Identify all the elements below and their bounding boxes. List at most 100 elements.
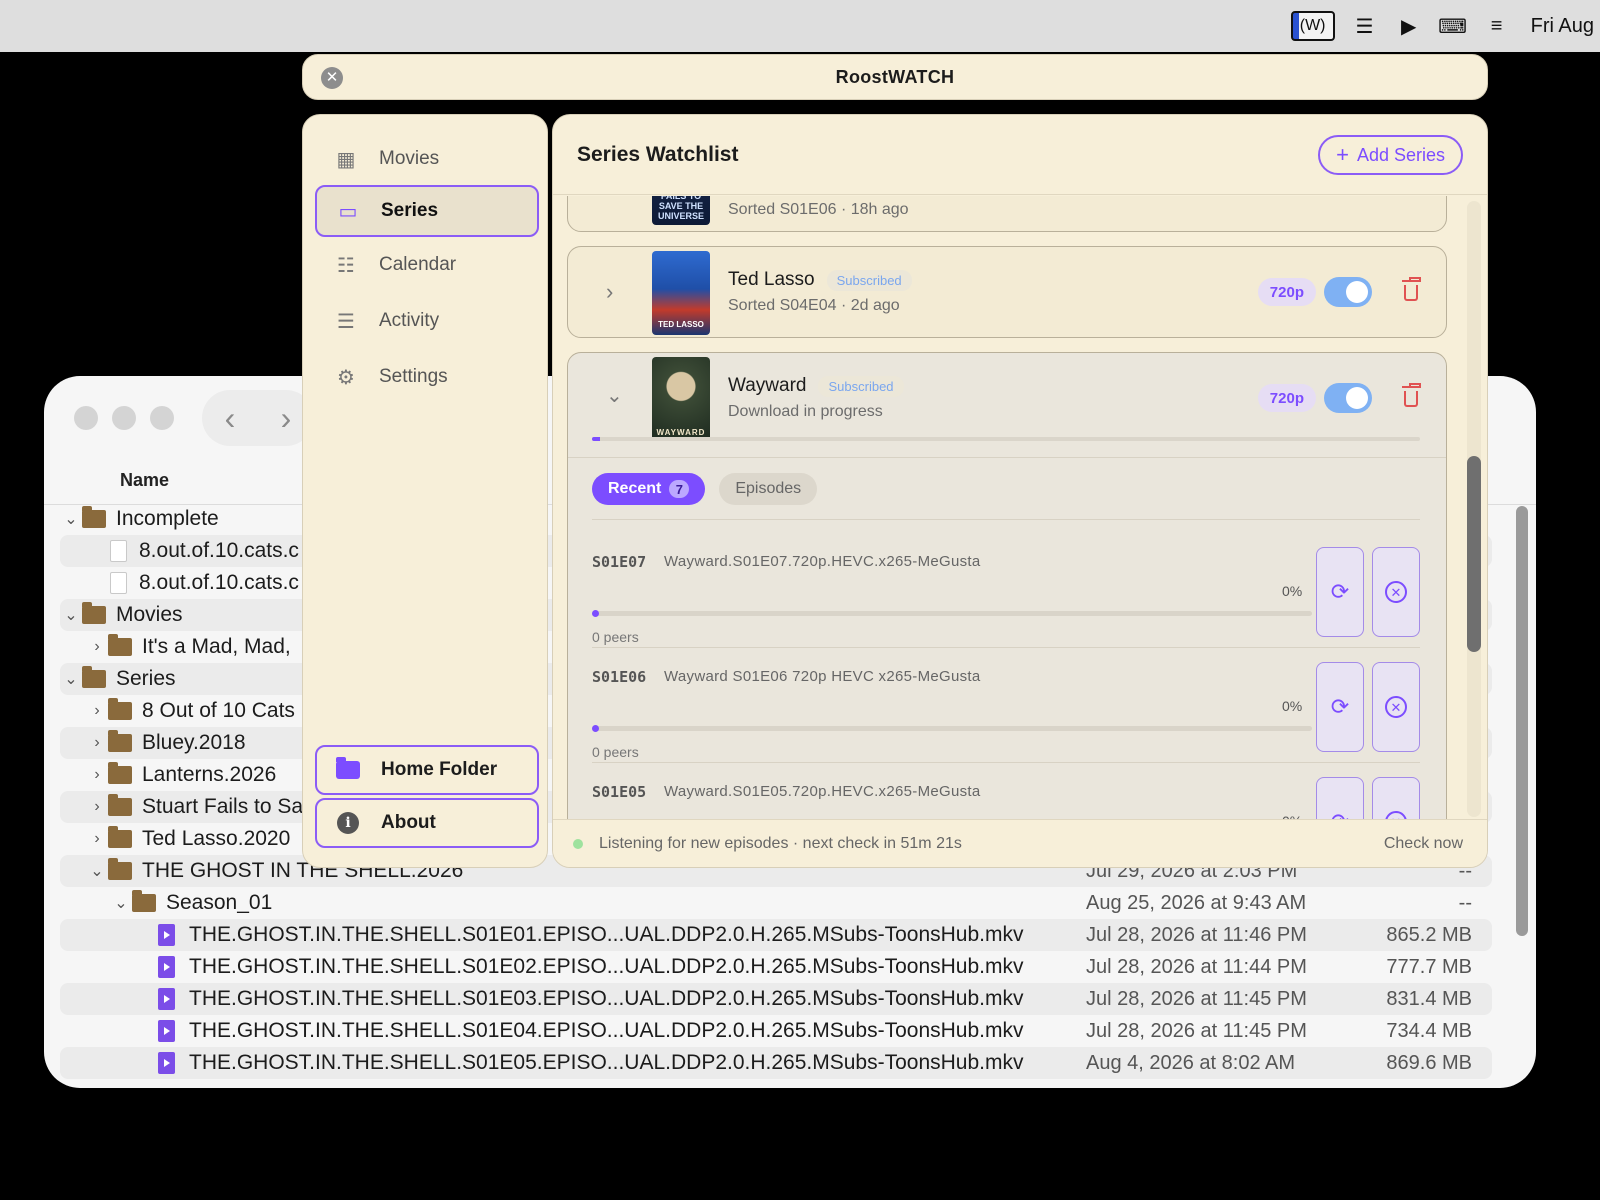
row-name: Incomplete (116, 507, 219, 530)
nav-item-calendar[interactable]: ☷ Calendar (315, 239, 539, 291)
chevron-right-icon[interactable]: › (606, 279, 613, 305)
trash-icon[interactable] (1402, 383, 1421, 408)
chevron-down-icon[interactable]: ⌄ (60, 605, 82, 625)
series-list[interactable]: STUART FAILS TO SAVE THE UNIVERSE Sorted… (553, 196, 1487, 821)
back-arrow-icon[interactable]: ‹ (225, 400, 236, 437)
subscription-toggle[interactable] (1324, 277, 1372, 307)
series-title-row: Ted Lasso Subscribed (728, 269, 912, 291)
row-name: 8 Out of 10 Cats (142, 699, 295, 722)
episode-row[interactable]: S01E05 Wayward.S01E05.720p.HEVC.x265-MeG… (592, 777, 1420, 821)
row-name: THE.GHOST.IN.THE.SHELL.S01E03.EPISO...UA… (189, 987, 1024, 1010)
video-file-icon (158, 1052, 175, 1074)
menu-bar-clock[interactable]: Fri Aug (1531, 15, 1594, 38)
finder-row-video-file[interactable]: THE.GHOST.IN.THE.SHELL.S01E02.EPISO...UA… (60, 951, 1492, 983)
series-card-wayward[interactable]: ⌄ WAYWARD Wayward Subscribed Download in… (567, 352, 1447, 821)
row-date: Aug 4, 2026 at 8:02 AM (1086, 1051, 1296, 1074)
finder-row-video-file[interactable]: THE.GHOST.IN.THE.SHELL.S01E04.EPISO...UA… (60, 1015, 1492, 1047)
monitor-icon: ▭ (338, 200, 358, 223)
zoom-window-button[interactable] (150, 406, 174, 430)
row-name: 8.out.of.10.cats.c (139, 539, 299, 562)
retry-button[interactable]: ⟳ (1316, 777, 1364, 821)
count-badge: 7 (669, 480, 690, 498)
section-divider (568, 457, 1446, 458)
about-button[interactable]: i About (315, 798, 539, 848)
control-center-icon[interactable]: ≡ (1483, 14, 1511, 38)
retry-button[interactable]: ⟳ (1316, 547, 1364, 637)
episode-row[interactable]: S01E06 Wayward S01E06 720p HEVC x265-MeG… (592, 662, 1420, 776)
row-name: THE.GHOST.IN.THE.SHELL.S01E02.EPISO...UA… (189, 955, 1024, 978)
quality-badge[interactable]: 720p (1257, 278, 1316, 306)
chevron-right-icon[interactable]: › (86, 702, 108, 720)
status-bar: Listening for new episodes · next check … (553, 819, 1487, 867)
tab-recent[interactable]: Recent 7 (592, 473, 706, 505)
nav-item-settings[interactable]: ⚙ Settings (315, 351, 539, 403)
series-poster: TED LASSO (652, 251, 710, 335)
add-series-button[interactable]: + Add Series (1318, 135, 1463, 175)
chevron-right-icon[interactable]: › (86, 638, 108, 656)
finder-row-video-file[interactable]: THE.GHOST.IN.THE.SHELL.S01E03.EPISO...UA… (60, 983, 1492, 1015)
tab-episodes[interactable]: Episodes (719, 473, 818, 505)
series-subtitle: Sorted S04E04 · 2d ago (728, 297, 900, 314)
close-icon[interactable]: ✕ (321, 67, 343, 89)
finder-row-video-file[interactable]: THE.GHOST.IN.THE.SHELL.S01E05.EPISO...UA… (60, 1047, 1492, 1079)
minimize-window-button[interactable] (112, 406, 136, 430)
episode-divider (592, 762, 1420, 763)
row-name: THE.GHOST.IN.THE.SHELL.S01E05.EPISO...UA… (189, 1051, 1024, 1074)
equalizer-icon[interactable]: ☰ (1351, 14, 1379, 38)
chevron-right-icon[interactable]: › (86, 798, 108, 816)
nav-item-series[interactable]: ▭ Series (315, 185, 539, 237)
forward-arrow-icon[interactable]: › (281, 400, 292, 437)
chevron-down-icon[interactable]: ⌄ (606, 383, 623, 408)
watchlist-scrollbar[interactable] (1467, 201, 1481, 817)
retry-button[interactable]: ⟳ (1316, 662, 1364, 752)
episode-row[interactable]: S01E07 Wayward.S01E07.720p.HEVC.x265-MeG… (592, 547, 1420, 661)
tab-label: Recent (608, 480, 662, 497)
row-size: 734.4 MB (1386, 1019, 1472, 1042)
quality-badge[interactable]: 720p (1257, 384, 1316, 412)
keyboard-icon[interactable]: ⌨ (1438, 14, 1467, 38)
subscription-toggle[interactable] (1324, 383, 1372, 413)
video-file-icon (158, 988, 175, 1010)
chevron-right-icon[interactable]: › (86, 766, 108, 784)
close-window-button[interactable] (74, 406, 98, 430)
w-status-icon[interactable]: (W) (1290, 11, 1335, 41)
chevron-down-icon[interactable]: ⌄ (110, 893, 132, 913)
chevron-right-icon[interactable]: › (86, 734, 108, 752)
chevron-down-icon[interactable]: ⌄ (86, 861, 108, 881)
chevron-down-icon[interactable]: ⌄ (60, 509, 82, 529)
finder-row-video-file[interactable]: THE.GHOST.IN.THE.SHELL.S01E01.EPISO...UA… (60, 919, 1492, 951)
status-indicator-icon (573, 838, 583, 849)
name-column-header[interactable]: Name (120, 470, 169, 491)
series-poster: WAYWARD (652, 357, 710, 441)
close-circle-icon: ✕ (1385, 581, 1407, 603)
finder-row-folder[interactable]: ⌄ Season_01 Aug 25, 2026 at 9:43 AM -- (60, 887, 1492, 919)
episode-progress (592, 725, 1312, 732)
chevron-down-icon[interactable]: ⌄ (60, 669, 82, 689)
home-folder-button[interactable]: Home Folder (315, 745, 539, 795)
tab-label: Episodes (735, 480, 802, 497)
episode-peers: 0 peers (592, 744, 639, 760)
finder-scrollbar[interactable] (1516, 506, 1528, 936)
series-card-ted-lasso[interactable]: › TED LASSO Ted Lasso Subscribed Sorted … (567, 246, 1447, 338)
row-name: It's a Mad, Mad, (142, 635, 291, 658)
cancel-download-button[interactable]: ✕ (1372, 662, 1420, 752)
episode-divider (592, 647, 1420, 648)
nav-label: Series (381, 200, 439, 221)
cancel-download-button[interactable]: ✕ (1372, 777, 1420, 821)
nav-item-movies[interactable]: ▦ Movies (315, 133, 539, 185)
row-date: Jul 28, 2026 at 11:46 PM (1086, 923, 1307, 946)
nav-item-activity[interactable]: ☰ Activity (315, 295, 539, 347)
play-circle-icon[interactable]: ▶ (1395, 14, 1423, 38)
scrollbar-thumb[interactable] (1467, 456, 1481, 652)
row-name: THE.GHOST.IN.THE.SHELL.S01E01.EPISO...UA… (189, 923, 1024, 946)
episode-progress (592, 610, 1312, 617)
trash-icon[interactable] (1402, 277, 1421, 302)
check-now-button[interactable]: Check now (1384, 835, 1463, 853)
cancel-download-button[interactable]: ✕ (1372, 547, 1420, 637)
window-controls (74, 406, 174, 430)
row-name: Movies (116, 603, 183, 626)
chevron-right-icon[interactable]: › (86, 830, 108, 848)
series-card-stuart[interactable]: STUART FAILS TO SAVE THE UNIVERSE Sorted… (567, 196, 1447, 232)
menu-bar: (W) ☰ ▶ ⌨ ≡ Fri Aug (0, 0, 1600, 52)
nav-label: Settings (379, 366, 448, 387)
